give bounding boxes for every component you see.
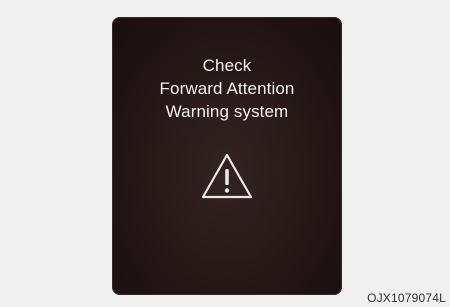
warning-triangle-icon bbox=[201, 153, 253, 199]
figure: Check Forward Attention Warning system O… bbox=[0, 0, 450, 307]
message-line-2: Forward Attention bbox=[159, 79, 295, 98]
figure-code: OJX1079074L bbox=[367, 291, 446, 305]
message-line-3: Warning system bbox=[165, 102, 289, 121]
cluster-warning-display: Check Forward Attention Warning system bbox=[112, 17, 342, 295]
warning-message: Check Forward Attention Warning system bbox=[112, 54, 342, 123]
message-line-1: Check bbox=[202, 56, 252, 75]
